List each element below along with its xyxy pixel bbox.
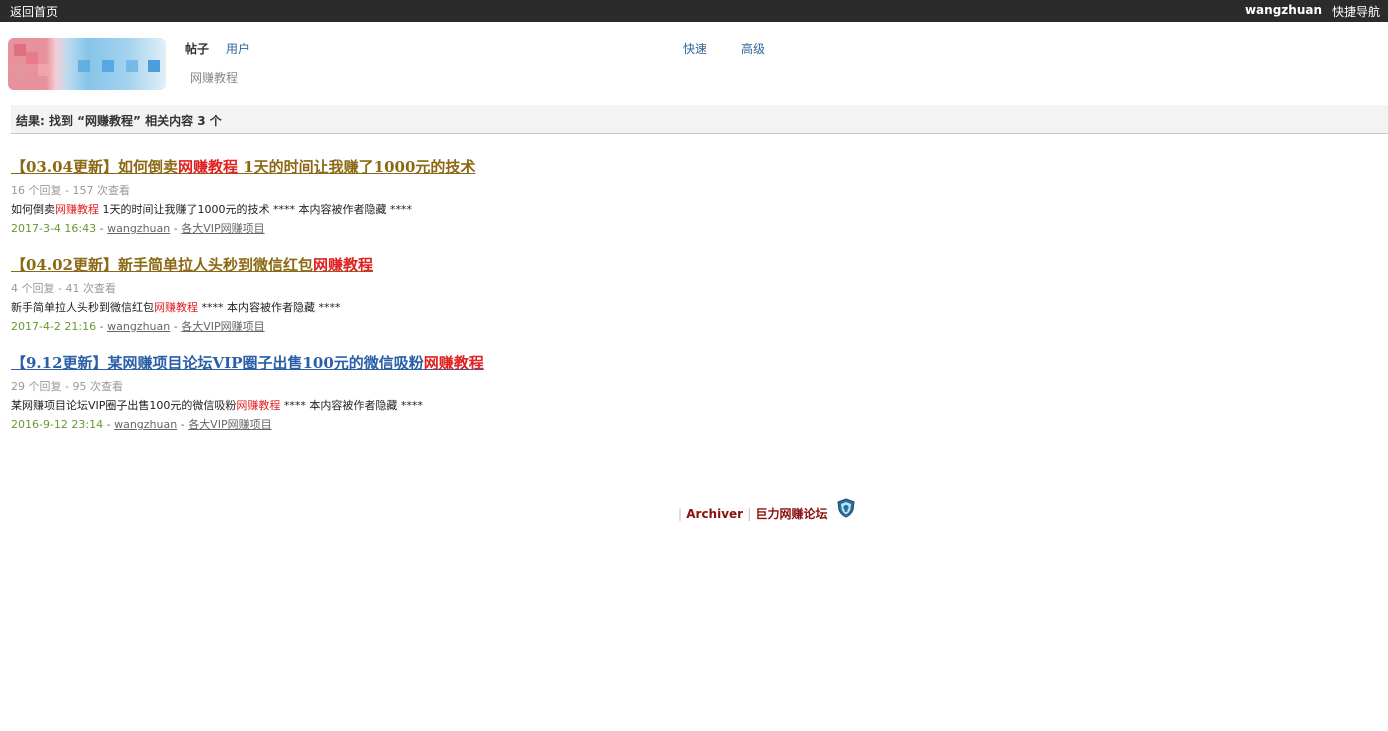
result-stats: 29 个回复 - 95 次查看 [11,380,123,393]
result-title-link[interactable]: 【04.02更新】新手简单拉人头秒到微信红包网赚教程 [11,254,373,275]
result-forum-link[interactable]: 各大VIP网赚项目 [181,320,264,333]
snippet-text: **** 本内容被作者隐藏 **** [280,399,423,412]
snippet-highlight: 网赚教程 [154,301,198,314]
result-title-text: 【03.04更新】如何倒卖 [11,158,178,176]
result-title-text: 1天的时间让我赚了1000元的技术 [238,158,476,176]
result-title-highlight: 网赚教程 [177,158,238,176]
top-bar: 返回首页 wangzhuan 快捷导航 [0,0,1388,22]
result-title-text: 【04.02更新】新手简单拉人头秒到微信红包 [11,256,313,274]
tab-posts[interactable]: 帖子 [185,40,209,57]
result-title-highlight: 网赚教程 [423,354,484,372]
result-title-link[interactable]: 【9.12更新】某网赚项目论坛VIP圈子出售100元的微信吸粉网赚教程 [11,352,484,373]
footer-separator: | [747,507,752,521]
advanced-search-link[interactable]: 高级 [741,40,765,57]
result-snippet: 如何倒卖网赚教程 1天的时间让我赚了1000元的技术 **** 本内容被作者隐藏… [11,201,475,217]
result-forum-link[interactable]: 各大VIP网赚项目 [188,418,271,431]
site-logo[interactable] [8,38,166,90]
quick-nav-link[interactable]: 快捷导航 [1332,3,1380,20]
result-date: 2016-9-12 23:14 [11,418,104,431]
result-date: 2017-4-2 21:16 [11,320,97,333]
result-author-link[interactable]: wangzhuan [114,418,177,431]
result-title-link[interactable]: 【03.04更新】如何倒卖网赚教程 1天的时间让我赚了1000元的技术 [11,156,475,177]
result-author-link[interactable]: wangzhuan [107,320,170,333]
site-name-link[interactable]: 巨力网赚论坛 [756,507,828,521]
result-meta: 2016-9-12 23:14 - wangzhuan - 各大VIP网赚项目 [11,418,272,431]
quick-search-link[interactable]: 快速 [683,40,707,57]
result-title-highlight: 网赚教程 [312,256,373,274]
snippet-text: 新手简单拉人头秒到微信红包 [11,301,154,314]
security-shield-icon[interactable] [836,498,856,518]
search-result-item: 【03.04更新】如何倒卖网赚教程 1天的时间让我赚了1000元的技术 16 个… [11,156,475,236]
footer-links: | Archiver | 巨力网赚论坛 [678,505,828,522]
snippet-text: **** 本内容被作者隐藏 **** [198,301,341,314]
snippet-text: 1天的时间让我赚了1000元的技术 **** 本内容被作者隐藏 **** [99,203,412,216]
snippet-text: 某网赚项目论坛VIP圈子出售100元的微信吸粉 [11,399,237,412]
search-result-item: 【9.12更新】某网赚项目论坛VIP圈子出售100元的微信吸粉网赚教程 29 个… [11,352,484,432]
result-stats: 4 个回复 - 41 次查看 [11,282,116,295]
result-snippet: 新手简单拉人头秒到微信红包网赚教程 **** 本内容被作者隐藏 **** [11,299,373,315]
snippet-text: 如何倒卖 [11,203,55,216]
footer-separator: | [678,507,683,521]
result-snippet: 某网赚项目论坛VIP圈子出售100元的微信吸粉网赚教程 **** 本内容被作者隐… [11,397,484,413]
back-home-link[interactable]: 返回首页 [10,3,58,20]
snippet-highlight: 网赚教程 [55,203,99,216]
result-author-link[interactable]: wangzhuan [107,222,170,235]
search-input[interactable] [186,66,610,88]
result-date: 2017-3-4 16:43 [11,222,97,235]
archiver-link[interactable]: Archiver [686,507,743,521]
search-result-item: 【04.02更新】新手简单拉人头秒到微信红包网赚教程 4 个回复 - 41 次查… [11,254,373,334]
result-stats: 16 个回复 - 157 次查看 [11,184,130,197]
results-summary-bar: 结果: 找到 “网赚教程” 相关内容 3 个 [11,105,1388,134]
snippet-highlight: 网赚教程 [236,399,281,412]
tab-users[interactable]: 用户 [226,40,250,57]
result-meta: 2017-3-4 16:43 - wangzhuan - 各大VIP网赚项目 [11,222,265,235]
result-forum-link[interactable]: 各大VIP网赚项目 [181,222,264,235]
results-summary-text: 结果: 找到 “网赚教程” 相关内容 3 个 [16,114,222,128]
result-meta: 2017-4-2 21:16 - wangzhuan - 各大VIP网赚项目 [11,320,265,333]
result-title-text: 【9.12更新】某网赚项目论坛VIP圈子出售100元的微信吸粉 [11,354,424,372]
username-link[interactable]: wangzhuan [1245,3,1322,17]
